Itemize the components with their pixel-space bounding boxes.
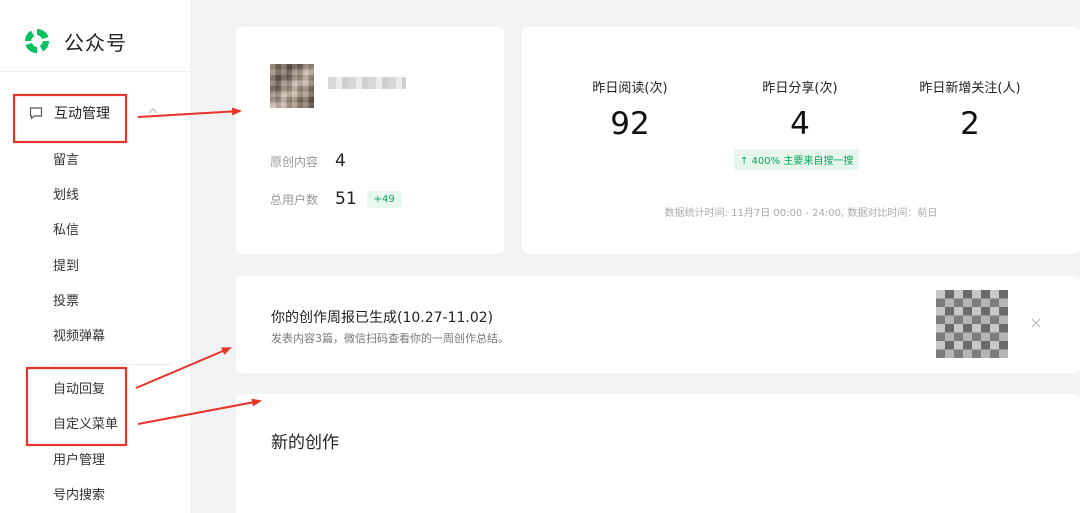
total-users-label: 总用户数 [270, 192, 319, 207]
sidebar-item-user-management[interactable]: 用户管理 [53, 452, 105, 470]
divider [0, 71, 190, 72]
app-logo-icon [24, 28, 49, 54]
metric-reads[interactable]: 昨日阅读(次) 92 [540, 77, 720, 142]
shares-trend-badge: ↑ 400% 主要来自搜一搜 [734, 149, 860, 170]
stats-time-footnote: 数据统计时间: 11月7日 00:00 - 24:00, 数据对比时间：前日 [664, 208, 938, 219]
sidebar-item-in-account-search[interactable]: 号内搜索 [53, 487, 105, 505]
sidebar-item-custom-menu[interactable]: 自定义菜单 [53, 416, 118, 434]
weekly-report-card[interactable]: 你的创作周报已生成(10.27-11.02) 发表内容3篇，微信扫码查看你的一周… [236, 276, 1080, 373]
account-name-redacted [328, 77, 406, 89]
metric-reads-value: 92 [610, 106, 650, 142]
total-users-stat: 总用户数 51 +49 [270, 189, 402, 209]
original-content-label: 原创内容 [270, 154, 319, 169]
metric-reads-label: 昨日阅读(次) [592, 81, 668, 96]
divider [53, 364, 173, 365]
sidebar-item-highlights[interactable]: 划线 [53, 187, 79, 205]
weekly-report-title: 你的创作周报已生成(10.27-11.02) [271, 310, 494, 326]
avatar[interactable] [270, 64, 314, 108]
nav-group-label: 互动管理 [54, 106, 110, 122]
sidebar-item-comments[interactable]: 留言 [53, 152, 79, 170]
original-content-value[interactable]: 4 [335, 151, 346, 171]
metric-follows-value: 2 [960, 106, 980, 142]
app-name: 公众号 [64, 30, 127, 55]
metric-follows-label: 昨日新增关注(人) [919, 81, 1021, 96]
nav-group-interaction[interactable]: 互动管理 [28, 103, 110, 123]
app-logo[interactable]: 公众号 [22, 26, 127, 56]
sidebar-item-auto-reply[interactable]: 自动回复 [53, 381, 105, 399]
sidebar-item-votes[interactable]: 投票 [53, 293, 79, 311]
weekly-report-desc: 发表内容3篇，微信扫码查看你的一周创作总结。 [271, 332, 509, 345]
message-icon [29, 107, 43, 120]
new-creation-card: 新的创作 [236, 394, 1080, 513]
chevron-up-icon[interactable] [148, 108, 158, 114]
original-content-stat: 原创内容 4 [270, 151, 346, 171]
close-icon[interactable] [1031, 318, 1041, 328]
metric-shares-value: 4 [790, 106, 810, 142]
users-delta-badge: +49 [366, 190, 402, 208]
sidebar-item-mentions[interactable]: 提到 [53, 258, 79, 276]
account-profile-card: 原创内容 4 总用户数 51 +49 [236, 27, 504, 254]
total-users-value[interactable]: 51 [335, 189, 357, 209]
sidebar: 公众号 互动管理 留言 划线 私信 提到 投票 视频弹幕 自动回复 自定义菜单 … [0, 0, 190, 513]
metric-shares-label: 昨日分享(次) [762, 81, 838, 96]
metric-new-follows[interactable]: 昨日新增关注(人) 2 [880, 77, 1060, 142]
sidebar-item-messages[interactable]: 私信 [53, 222, 79, 240]
metric-shares[interactable]: 昨日分享(次) 4 [710, 77, 890, 142]
sidebar-item-video-danmaku[interactable]: 视频弹幕 [53, 328, 105, 346]
yesterday-metrics-card: 昨日阅读(次) 92 昨日分享(次) 4 ↑ 400% 主要来自搜一搜 昨日新增… [522, 27, 1080, 254]
weekly-report-qr-code [936, 290, 1008, 358]
new-creation-title: 新的创作 [271, 433, 339, 453]
